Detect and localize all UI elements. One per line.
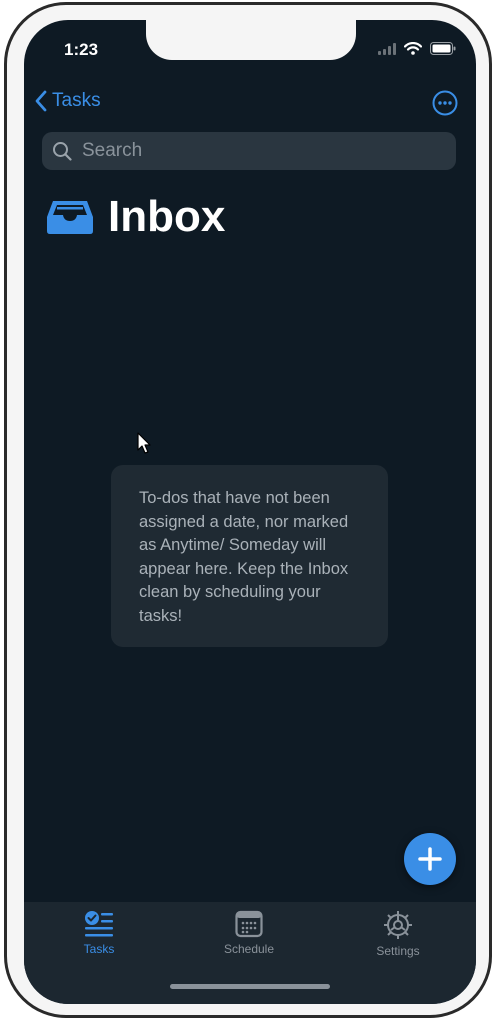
- tab-settings-label: Settings: [376, 944, 420, 958]
- notch: [146, 20, 356, 60]
- status-icons: [378, 42, 456, 55]
- tab-schedule-label: Schedule: [223, 942, 275, 956]
- search-icon: [53, 142, 72, 161]
- page-title: Inbox: [108, 192, 226, 241]
- page-header: Inbox: [46, 192, 225, 242]
- tab-tasks-label: Tasks: [83, 942, 115, 956]
- gear-icon: [384, 911, 412, 939]
- tab-tasks[interactable]: Tasks: [49, 910, 149, 956]
- calendar-icon: [235, 910, 263, 938]
- app-screen: 1:23 Tasks Search Inbox To-dos that have…: [24, 20, 476, 1004]
- status-time: 1:23: [64, 40, 99, 59]
- empty-state-card: To-dos that have not been assigned a dat…: [111, 465, 388, 647]
- wifi-icon: [404, 42, 422, 55]
- more-options-button[interactable]: [432, 90, 458, 116]
- add-task-button[interactable]: [404, 833, 456, 885]
- tab-schedule[interactable]: Schedule: [199, 910, 299, 956]
- mouse-cursor-icon: [137, 432, 153, 461]
- empty-state-message: To-dos that have not been assigned a dat…: [139, 489, 349, 625]
- back-button-label: Tasks: [52, 90, 101, 111]
- inbox-tray-icon: [47, 201, 93, 234]
- home-indicator: [170, 984, 330, 989]
- tasks-icon: [85, 911, 113, 937]
- chevron-left-icon: [35, 90, 47, 112]
- tab-settings[interactable]: Settings: [348, 910, 448, 958]
- battery-icon: [430, 42, 456, 55]
- signal-icon: [378, 42, 396, 55]
- ellipsis-circle-icon: [432, 90, 458, 116]
- search-bar[interactable]: [42, 132, 456, 170]
- search-input[interactable]: [80, 139, 444, 163]
- device: 1:23 Tasks Search Inbox To-dos that have…: [0, 0, 500, 1024]
- plus-icon: [418, 847, 442, 871]
- back-button[interactable]: Tasks: [34, 90, 101, 112]
